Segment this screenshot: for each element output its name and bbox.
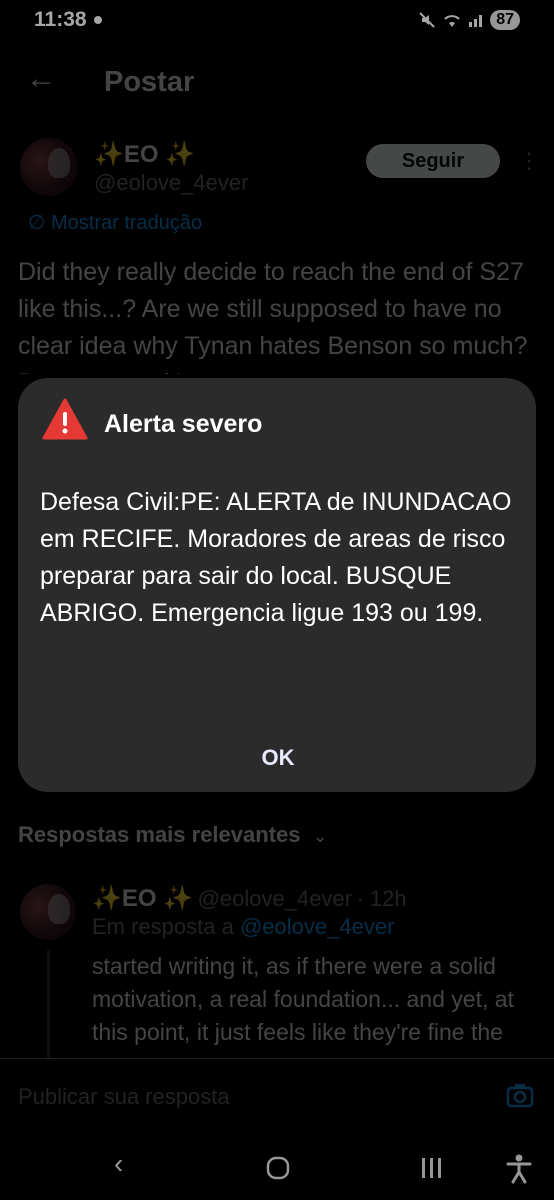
warning-triangle-icon [42,398,88,440]
alert-message: Defesa Civil:PE: ALERTA de INUNDACAO em … [40,488,512,627]
alert-title: Alerta severo [104,410,263,438]
ok-button[interactable]: OK [236,738,320,778]
